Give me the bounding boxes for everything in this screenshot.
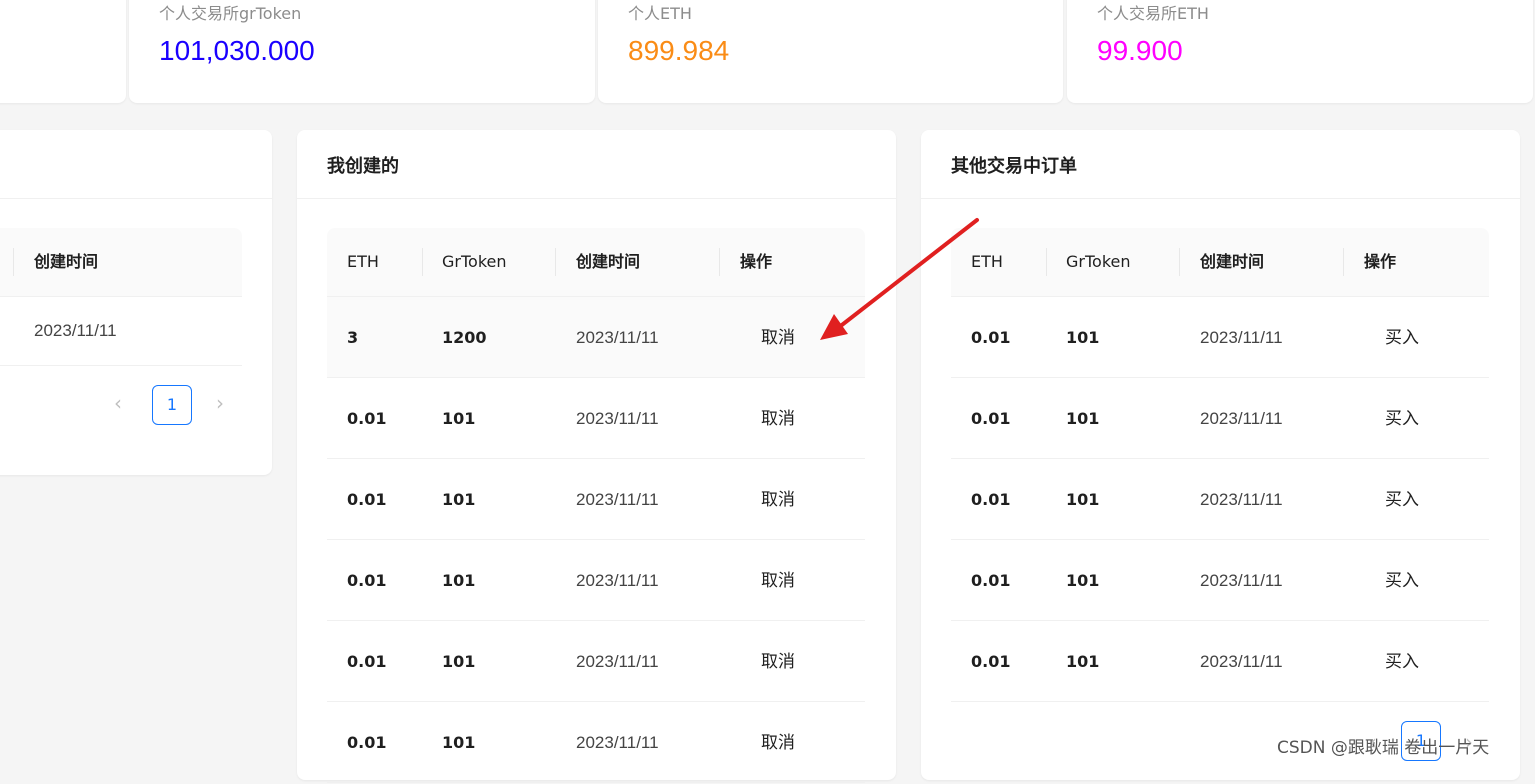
watermark: CSDN @跟耿瑞 卷出一片天 [1277,738,1490,758]
annotation-arrow-icon [820,218,979,340]
